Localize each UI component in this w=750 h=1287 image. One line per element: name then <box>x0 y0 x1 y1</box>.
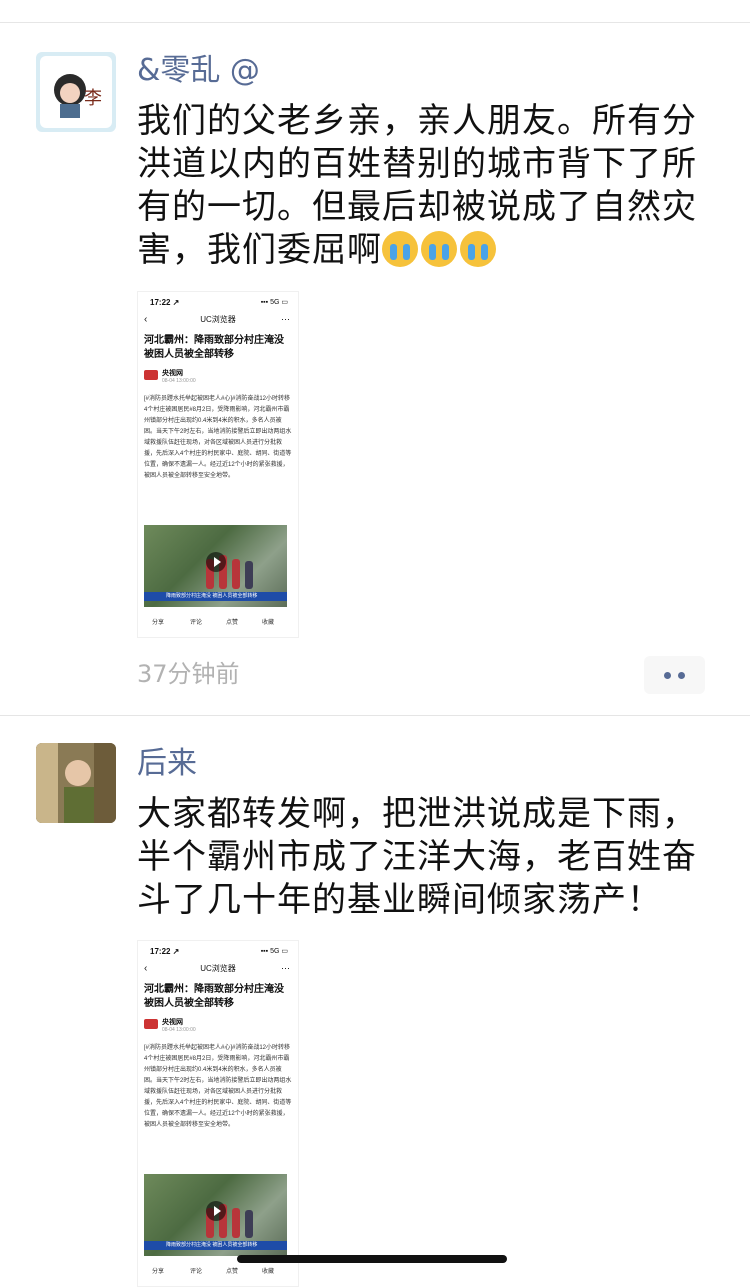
moment-post: 李 &零乱 @ 我们的父老乡亲，亲人朋友。所有分洪道以内的百姓替别的城市背下了所… <box>0 23 750 716</box>
cctv-logo-icon <box>144 370 158 380</box>
article-source: 央视网 <box>162 370 183 377</box>
post-text: 大家都转发啊，把泄洪说成是下雨，半个霸州市成了汪洋大海，老百姓奋斗了几十年的基业… <box>137 794 697 920</box>
shared-image[interactable]: 17:22 ↗ ▪▪▪ 5G ▭ ‹ UC浏览器 ⋯ 河北霸州：降雨致部分村庄淹… <box>137 291 299 638</box>
article-title: 河北霸州：降雨致部分村庄淹没 被困人员被全部转移 <box>144 335 284 360</box>
avatar[interactable] <box>36 743 116 823</box>
favorite-label: 收藏 <box>262 1269 275 1275</box>
comment-label: 评论 <box>190 620 203 626</box>
avatar-illustration: 李 <box>40 56 112 128</box>
more-options-button[interactable] <box>644 656 705 694</box>
article-date: 08-04 13:00:00 <box>162 1027 196 1033</box>
top-bar <box>0 0 750 23</box>
play-icon <box>206 1201 226 1221</box>
comment-label: 评论 <box>190 1269 203 1275</box>
avatar[interactable]: 李 <box>36 52 116 132</box>
article-source: 央视网 <box>162 1019 183 1026</box>
like-label: 点赞 <box>226 620 239 626</box>
more-icon: ⋯ <box>281 314 290 324</box>
video-banner: 降雨致部分村庄淹没 被困人员被全部转移 <box>144 1241 287 1250</box>
favorite-label: 收藏 <box>262 620 275 626</box>
share-label: 分享 <box>152 1269 165 1275</box>
username[interactable]: 后来 <box>137 746 197 782</box>
username[interactable]: &零乱 @ <box>137 53 260 89</box>
article-title: 河北霸州：降雨致部分村庄淹没 被困人员被全部转移 <box>144 984 284 1009</box>
shared-image[interactable]: 17:22 ↗ ▪▪▪ 5G ▭ ‹ UC浏览器 ⋯ 河北霸州：降雨致部分村庄淹… <box>137 940 299 1287</box>
article-date: 08-04 13:00:00 <box>162 378 196 384</box>
avatar-char: 李 <box>84 88 102 109</box>
crying-emoji-icon <box>421 231 457 267</box>
moment-post: 后来 大家都转发啊，把泄洪说成是下雨，半个霸州市成了汪洋大海，老百姓奋斗了几十年… <box>0 716 750 1287</box>
home-indicator[interactable] <box>237 1255 507 1263</box>
cctv-logo-icon <box>144 1019 158 1029</box>
avatar-photo <box>36 743 116 823</box>
like-label: 点赞 <box>226 1269 239 1275</box>
share-label: 分享 <box>152 620 165 626</box>
more-icon: ⋯ <box>281 963 290 973</box>
article-body: [#消防员蹚水托举起被困老人#心]#消防奋战12小时转移4个村庄被困居民#8月2… <box>144 1045 292 1128</box>
play-icon <box>206 552 226 572</box>
browser-title: UC浏览器 <box>200 964 236 973</box>
status-time: 17:22 ↗ <box>150 947 180 956</box>
browser-title: UC浏览器 <box>200 315 236 324</box>
dot-icon <box>678 672 685 679</box>
article-body: [#消防员蹚水托举起被困老人#心]#消防奋战12小时转移4个村庄被困居民#8月2… <box>144 396 292 479</box>
status-time: 17:22 ↗ <box>150 298 180 307</box>
post-time: 37分钟前 <box>137 660 240 688</box>
status-indicators: ▪▪▪ 5G ▭ <box>260 948 288 955</box>
crying-emoji-icon <box>460 231 496 267</box>
crying-emoji-icon <box>382 231 418 267</box>
post-text: 我们的父老乡亲，亲人朋友。所有分洪道以内的百姓替别的城市背下了所有的一切。但最后… <box>137 100 717 272</box>
video-banner: 降雨致部分村庄淹没 被困人员被全部转移 <box>144 592 287 601</box>
video-thumbnail: 降雨致部分村庄淹没 被困人员被全部转移 <box>144 525 287 607</box>
video-thumbnail: 降雨致部分村庄淹没 被困人员被全部转移 <box>144 1174 287 1256</box>
status-indicators: ▪▪▪ 5G ▭ <box>260 299 288 306</box>
dot-icon <box>664 672 671 679</box>
